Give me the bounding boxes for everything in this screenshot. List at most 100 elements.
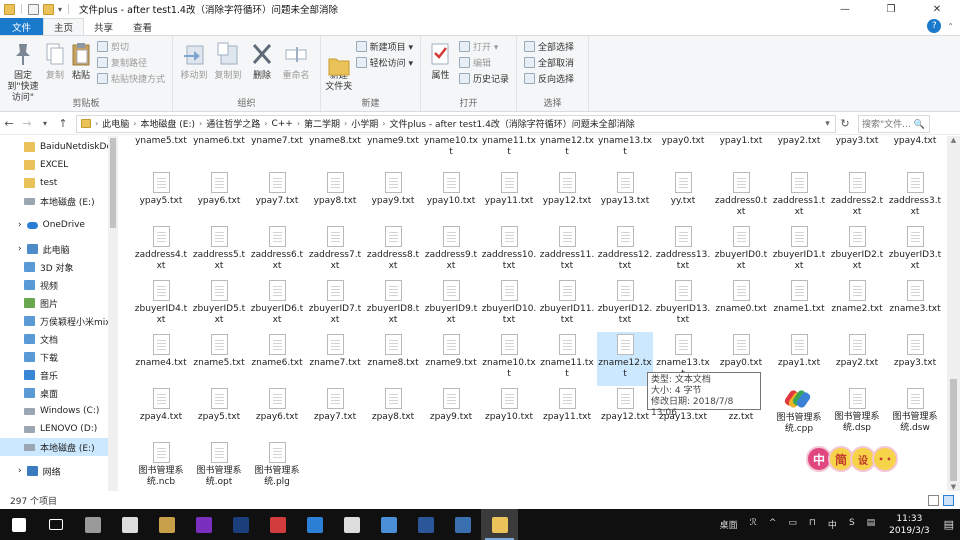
file-item[interactable]: yname9.txt: [365, 136, 421, 166]
nav-item[interactable]: LENOVO (D:): [0, 420, 108, 438]
file-item[interactable]: zpay2.txt: [829, 332, 885, 386]
search-input[interactable]: 搜索"文件... 🔍: [858, 114, 930, 133]
file-item[interactable]: zname11.txt: [539, 332, 595, 386]
back-button[interactable]: ←: [0, 117, 18, 130]
nav-item[interactable]: BaiduNetdiskDo: [0, 138, 112, 156]
file-item[interactable]: zbuyerID2.txt: [829, 224, 885, 278]
file-item[interactable]: zpay1.txt: [771, 332, 827, 386]
file-item[interactable]: zaddress13.txt: [655, 224, 711, 278]
nav-item[interactable]: 视频: [0, 276, 108, 294]
copy-path-button[interactable]: 复制路径: [96, 56, 165, 69]
new-item-button[interactable]: 新建项目 ▾: [355, 40, 413, 53]
breadcrumb-item[interactable]: 文件plus - after test1.4改（消除字符循环）问题未全部消除: [389, 117, 634, 130]
file-item[interactable]: zbuyerID12.txt: [597, 278, 653, 332]
file-item[interactable]: zname5.txt: [191, 332, 247, 386]
file-item[interactable]: zbuyerID7.txt: [307, 278, 363, 332]
invert-selection-button[interactable]: 反向选择: [524, 72, 574, 85]
chevron-right-icon[interactable]: ›: [18, 244, 22, 254]
nav-item[interactable]: 文档: [0, 330, 108, 348]
minimize-button[interactable]: —: [822, 0, 868, 18]
taskbar-button[interactable]: [222, 509, 259, 540]
taskbar-button[interactable]: [74, 509, 111, 540]
file-item[interactable]: zbuyerID5.txt: [191, 278, 247, 332]
file-item[interactable]: zaddress5.txt: [191, 224, 247, 278]
file-item[interactable]: zbuyerID13.txt: [655, 278, 711, 332]
tray-icon[interactable]: ^: [763, 518, 783, 531]
file-item[interactable]: zname12.txt: [597, 332, 653, 386]
file-item[interactable]: zbuyerID9.txt: [423, 278, 479, 332]
taskbar-button[interactable]: [407, 509, 444, 540]
file-item[interactable]: ypay11.txt: [481, 170, 537, 224]
file-item[interactable]: ypay13.txt: [597, 170, 653, 224]
file-item[interactable]: zpay9.txt: [423, 386, 479, 440]
file-item[interactable]: zname0.txt: [713, 278, 769, 332]
file-item[interactable]: zaddress6.txt: [249, 224, 305, 278]
taskbar-button[interactable]: [296, 509, 333, 540]
file-item[interactable]: zaddress2.txt: [829, 170, 885, 224]
refresh-button[interactable]: ↻: [836, 117, 854, 130]
paste-shortcut-button[interactable]: 粘贴快捷方式: [96, 72, 165, 85]
nav-item[interactable]: 音乐: [0, 366, 108, 384]
chevron-right-icon[interactable]: ›: [382, 119, 385, 128]
nav-item[interactable]: › 网络: [0, 462, 108, 480]
chevron-right-icon[interactable]: ›: [297, 119, 300, 128]
notifications-icon[interactable]: ▤: [938, 518, 960, 531]
file-item[interactable]: zpay5.txt: [191, 386, 247, 440]
file-item[interactable]: ypay4.txt: [887, 136, 943, 166]
file-item[interactable]: zaddress11.txt: [539, 224, 595, 278]
file-item[interactable]: zname6.txt: [249, 332, 305, 386]
file-item[interactable]: zpay6.txt: [249, 386, 305, 440]
chevron-right-icon[interactable]: ›: [344, 119, 347, 128]
tab-file[interactable]: 文件: [0, 18, 44, 35]
taskbar-button[interactable]: [333, 509, 370, 540]
file-item[interactable]: ypay10.txt: [423, 170, 479, 224]
file-item[interactable]: yname13.txt: [597, 136, 653, 166]
chevron-right-icon[interactable]: ›: [264, 119, 267, 128]
tray-icon[interactable]: ⊓: [803, 518, 822, 531]
new-folder-quick-icon[interactable]: [43, 3, 54, 15]
file-item[interactable]: yname10.txt: [423, 136, 479, 166]
taskbar-button[interactable]: [111, 509, 148, 540]
breadcrumb-item[interactable]: 此电脑: [102, 117, 129, 130]
file-item[interactable]: zname1.txt: [771, 278, 827, 332]
customize-quick-access-icon[interactable]: ▾: [58, 5, 62, 14]
file-item[interactable]: 图书管理系统.plg: [249, 440, 305, 491]
select-all-button[interactable]: 全部选择: [524, 40, 574, 53]
file-item[interactable]: zname7.txt: [307, 332, 363, 386]
file-item[interactable]: zbuyerID6.txt: [249, 278, 305, 332]
breadcrumb-item[interactable]: 小学期: [351, 117, 378, 130]
nav-item[interactable]: 桌面: [0, 384, 108, 402]
file-item[interactable]: zaddress0.txt: [713, 170, 769, 224]
tray-desktop-label[interactable]: 桌面: [714, 518, 744, 531]
file-item[interactable]: zpay12.txt: [597, 386, 653, 440]
nav-item[interactable]: 3D 对象: [0, 258, 108, 276]
file-item[interactable]: ypay2.txt: [771, 136, 827, 166]
file-item[interactable]: zbuyerID10.txt: [481, 278, 537, 332]
file-item[interactable]: zbuyerID11.txt: [539, 278, 595, 332]
recent-locations-button[interactable]: ▾: [36, 119, 54, 128]
details-view-icon[interactable]: [928, 494, 939, 506]
help-icon[interactable]: ?: [927, 19, 942, 33]
scroll-up-icon[interactable]: ▲: [947, 136, 960, 144]
clock[interactable]: 11:33 2019/3/3: [881, 513, 937, 537]
address-dropdown-icon[interactable]: ▾: [819, 119, 835, 129]
file-item[interactable]: ypay12.txt: [539, 170, 595, 224]
nav-item[interactable]: 图片: [0, 294, 108, 312]
taskbar-button[interactable]: [444, 509, 481, 540]
chevron-right-icon[interactable]: ›: [18, 220, 22, 230]
file-item[interactable]: yy.txt: [655, 170, 711, 224]
file-item[interactable]: zaddress9.txt: [423, 224, 479, 278]
breadcrumb-item[interactable]: C++: [271, 119, 292, 129]
tab-share[interactable]: 共享: [84, 18, 123, 35]
chevron-right-icon[interactable]: ›: [18, 466, 22, 476]
file-item[interactable]: zpay4.txt: [133, 386, 189, 440]
open-button[interactable]: 打开 ▾: [458, 40, 509, 53]
large-icons-view-icon[interactable]: [943, 494, 954, 506]
maximize-button[interactable]: ❐: [868, 0, 914, 18]
file-item[interactable]: zpay11.txt: [539, 386, 595, 440]
file-item[interactable]: zname10.txt: [481, 332, 537, 386]
file-item[interactable]: zaddress12.txt: [597, 224, 653, 278]
file-item[interactable]: zaddress4.txt: [133, 224, 189, 278]
file-item[interactable]: zpay10.txt: [481, 386, 537, 440]
history-button[interactable]: 历史记录: [458, 72, 509, 85]
